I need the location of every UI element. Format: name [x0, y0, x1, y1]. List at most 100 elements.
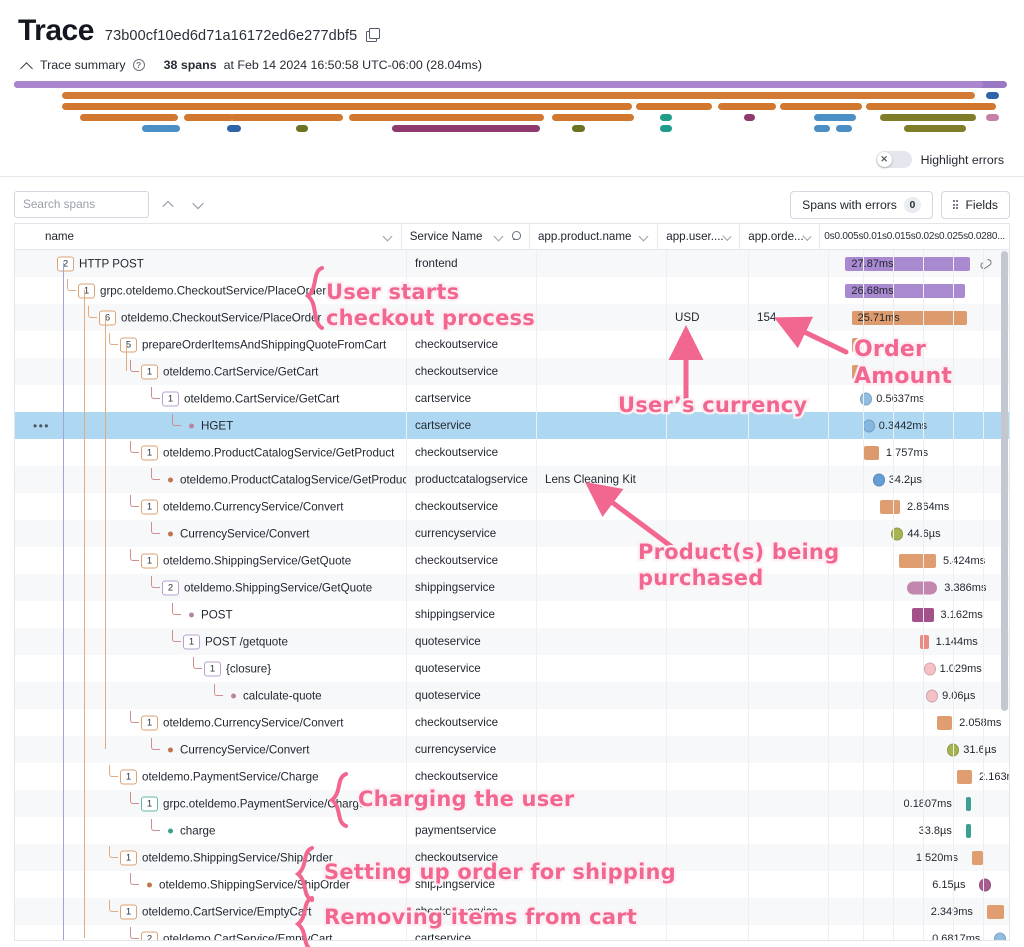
child-count-badge[interactable]: 2 — [162, 580, 179, 595]
table-row[interactable]: 2 oteldemo.ShippingService/GetQuote shippi… — [15, 574, 1009, 601]
cell-order-amount — [749, 358, 829, 385]
cell-order-amount — [749, 493, 829, 520]
child-count-badge[interactable]: 1 — [162, 391, 179, 406]
link-icon[interactable] — [978, 257, 993, 270]
cell-product-name — [537, 655, 667, 682]
axis-tick: 0.025s — [939, 231, 968, 242]
spans-with-errors-button[interactable]: Spans with errors 0 — [790, 190, 933, 219]
child-count-badge[interactable]: 1 — [141, 364, 158, 379]
column-header-name[interactable]: name — [15, 224, 402, 250]
waterfall-span-marker[interactable] — [923, 662, 936, 675]
table-row[interactable]: 1 oteldemo.ProductCatalogService/GetProdu… — [15, 439, 1009, 466]
minimap-span-bar — [986, 114, 999, 121]
table-row[interactable]: calculate-quote quoteservice 9.06µs — [15, 682, 1009, 709]
table-row[interactable]: 1 {closure} quoteservice 1.029ms — [15, 655, 1009, 682]
child-count-badge[interactable]: 1 — [141, 553, 158, 568]
waterfall-span-bar[interactable] — [965, 823, 971, 838]
cell-timeline: 2.163ms — [829, 763, 1009, 790]
next-match-button[interactable] — [187, 194, 209, 216]
tree-connector — [151, 468, 160, 480]
column-header-order[interactable]: app.orde... — [740, 224, 821, 250]
chevron-down-icon[interactable] — [638, 231, 649, 242]
table-row[interactable]: 2 HTTP POST frontend 27.87ms — [15, 250, 1009, 277]
child-count-badge[interactable]: 1 — [141, 499, 158, 514]
child-count-badge[interactable]: 1 — [141, 796, 158, 811]
cell-name: 1 oteldemo.CurrencyService/Convert — [15, 493, 407, 520]
cell-order-amount — [749, 250, 829, 277]
vertical-scrollbar[interactable] — [1001, 251, 1008, 939]
child-count-badge[interactable]: 2 — [57, 256, 74, 271]
table-row[interactable]: 1 POST /getquote quoteservice 1.144ms — [15, 628, 1009, 655]
waterfall-span-bar[interactable] — [957, 769, 973, 784]
span-duration: 27.87ms — [851, 257, 894, 270]
chevron-up-icon — [162, 200, 174, 212]
copy-icon[interactable] — [365, 28, 380, 42]
waterfall-span-bar[interactable] — [919, 634, 929, 649]
cell-service-name: checkoutservice — [407, 358, 537, 385]
child-count-badge[interactable]: 2 — [141, 931, 158, 940]
trace-summary-label[interactable]: Trace summary — [40, 58, 126, 72]
child-count-badge[interactable]: 1 — [78, 283, 95, 298]
column-header-product-name[interactable]: app.product.name — [530, 224, 659, 250]
child-count-badge[interactable]: 1 — [120, 850, 137, 865]
table-row[interactable]: ••• HGET cartservice 0.3442ms — [15, 412, 1009, 439]
waterfall-span-bar[interactable] — [937, 715, 953, 730]
minimap-span-bar — [866, 103, 996, 110]
waterfall-span-bar[interactable] — [965, 796, 971, 811]
chevron-down-icon[interactable] — [493, 231, 504, 242]
waterfall-span-bar[interactable] — [864, 445, 879, 460]
trace-id-container: 73b00cf10ed6d71a16172ed6e277dbf5 — [105, 27, 380, 45]
trace-minimap[interactable] — [14, 81, 1010, 149]
cell-service-name: checkoutservice — [407, 763, 537, 790]
leaf-node-dot — [189, 423, 194, 428]
table-row[interactable]: CurrencyService/Convert currencyservice 44… — [15, 520, 1009, 547]
child-count-badge[interactable]: 1 — [120, 904, 137, 919]
column-header-user[interactable]: app.user.... — [658, 224, 741, 250]
minimap-span-bar — [14, 81, 983, 88]
search-input[interactable]: Search spans — [14, 191, 149, 218]
prev-match-button[interactable] — [157, 194, 179, 216]
minimap-span-bar — [227, 125, 241, 132]
table-row[interactable]: 1 oteldemo.PaymentService/Charge checkouts… — [15, 763, 1009, 790]
chevron-up-icon[interactable] — [22, 60, 33, 71]
table-row[interactable]: POST shippingservice 3.162ms — [15, 601, 1009, 628]
child-count-badge[interactable]: 1 — [141, 715, 158, 730]
tree-guide-line — [105, 317, 107, 749]
child-count-badge[interactable]: 5 — [120, 337, 137, 352]
child-count-badge[interactable]: 1 — [141, 445, 158, 460]
span-name: oteldemo.CurrencyService/Convert — [163, 716, 344, 729]
waterfall-span-bar[interactable] — [880, 499, 901, 514]
chevron-down-icon[interactable] — [382, 231, 393, 242]
table-row[interactable]: charge paymentservice 33.8µs — [15, 817, 1009, 844]
waterfall-span-marker[interactable] — [979, 878, 992, 891]
table-row[interactable]: 1 oteldemo.CurrencyService/Convert checkou… — [15, 493, 1009, 520]
help-circle-icon[interactable]: ? — [132, 59, 145, 71]
waterfall-span-marker[interactable] — [862, 419, 875, 432]
waterfall-span-bar[interactable] — [898, 553, 937, 568]
fields-button[interactable]: Fields — [940, 190, 1010, 219]
waterfall-span-bar[interactable] — [972, 850, 984, 865]
leaf-node-dot — [189, 612, 194, 617]
scrollbar-thumb[interactable] — [1001, 251, 1008, 711]
waterfall-span-marker[interactable] — [872, 473, 885, 486]
table-row[interactable]: 1 oteldemo.ShippingService/GetQuote checko… — [15, 547, 1009, 574]
cell-service-name: currencyservice — [407, 736, 537, 763]
child-count-badge[interactable]: 1 — [183, 634, 200, 649]
table-row[interactable]: 1 oteldemo.CurrencyService/Convert checkou… — [15, 709, 1009, 736]
highlight-errors-toggle[interactable]: ✕ — [875, 151, 912, 168]
child-count-badge[interactable]: 6 — [99, 310, 116, 325]
cell-timeline: 0.6817ms — [829, 925, 1009, 940]
fields-label: Fields — [965, 197, 998, 212]
table-row[interactable]: oteldemo.ProductCatalogService/GetProduc… — [15, 466, 1009, 493]
cell-timeline: 26.68ms — [829, 277, 1009, 304]
waterfall-span-marker[interactable] — [926, 689, 939, 702]
cell-order-amount — [749, 466, 829, 493]
cell-timeline: 1.029ms — [829, 655, 1009, 682]
span-name: oteldemo.CartService/GetCart — [184, 392, 340, 405]
cell-order-amount — [749, 331, 829, 358]
child-count-badge[interactable]: 1 — [204, 661, 221, 676]
span-duration: 2.349ms — [930, 905, 973, 918]
column-header-service-name[interactable]: Service Name — [402, 224, 530, 250]
table-row[interactable]: CurrencyService/Convert currencyservice 31… — [15, 736, 1009, 763]
child-count-badge[interactable]: 1 — [120, 769, 137, 784]
